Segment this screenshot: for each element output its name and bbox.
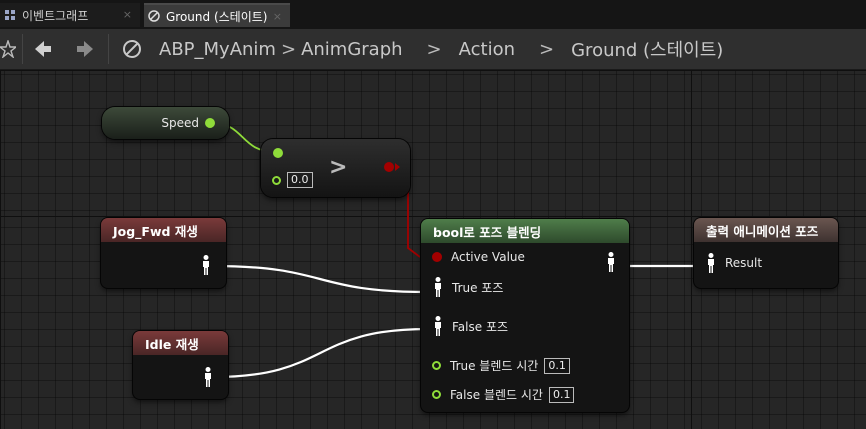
node-title: bool로 포즈 블렌딩 bbox=[433, 224, 542, 240]
chevron-right-icon: > bbox=[426, 38, 442, 60]
close-icon[interactable]: × bbox=[123, 8, 132, 21]
pose-pin-icon[interactable] bbox=[706, 253, 716, 273]
node-header: bool로 포즈 블렌딩 bbox=[421, 219, 629, 243]
pose-pin-icon[interactable] bbox=[433, 277, 443, 297]
speed-variable-node[interactable]: Speed bbox=[102, 107, 229, 139]
graph-icon bbox=[5, 10, 15, 20]
breadcrumb: ABP_MyAnim > AnimGraph > Action > Ground… bbox=[159, 29, 723, 69]
pose-output-pin-icon[interactable] bbox=[606, 252, 616, 272]
tab-event-graph[interactable]: 이벤트그래프 × bbox=[0, 3, 140, 27]
float-pin-icon[interactable] bbox=[273, 148, 283, 158]
blend-poses-by-bool-node[interactable]: bool로 포즈 블렌딩 Active Value True 포즈 False … bbox=[421, 219, 629, 412]
node-header: Idle 재생 bbox=[133, 331, 228, 355]
result-label: Result bbox=[725, 256, 763, 270]
node-title: Jog_Fwd 재생 bbox=[113, 223, 198, 239]
true-blend-time-input[interactable]: 0.1 bbox=[544, 357, 570, 374]
bookmark-icon[interactable] bbox=[0, 29, 16, 69]
false-blend-time-label: False 블렌드 시간 bbox=[450, 388, 543, 402]
breadcrumb-item[interactable]: Action bbox=[459, 39, 515, 60]
state-icon bbox=[122, 29, 142, 69]
document-tab-bar: 이벤트그래프 × Ground (스테이트) × bbox=[0, 0, 866, 29]
node-title: Idle 재생 bbox=[145, 336, 199, 352]
breadcrumb-item[interactable]: AnimGraph bbox=[301, 39, 402, 60]
speed-label: Speed bbox=[161, 116, 199, 130]
false-pose-label: False 포즈 bbox=[452, 319, 509, 334]
node-header: Jog_Fwd 재생 bbox=[101, 218, 226, 242]
float-pin-icon[interactable] bbox=[432, 361, 441, 370]
bool-pin-icon[interactable] bbox=[384, 162, 394, 172]
jog-fwd-play-node[interactable]: Jog_Fwd 재생 bbox=[101, 218, 226, 288]
breadcrumb-bar: ABP_MyAnim > AnimGraph > Action > Ground… bbox=[0, 29, 866, 70]
graph-canvas[interactable]: Speed 0.0 > Jog_Fwd 재생 Idle 재생 bool로 포즈 … bbox=[0, 70, 866, 429]
tab-label: 이벤트그래프 bbox=[22, 8, 89, 23]
close-icon[interactable]: × bbox=[273, 10, 282, 23]
node-header: 출력 애니메이션 포즈 bbox=[694, 218, 838, 242]
chevron-right-icon: > bbox=[280, 38, 297, 60]
back-arrow-icon[interactable] bbox=[34, 29, 52, 69]
active-value-label: Active Value bbox=[451, 250, 525, 264]
pose-pin-icon[interactable] bbox=[433, 316, 443, 336]
state-icon bbox=[148, 10, 160, 22]
breadcrumb-item[interactable]: ABP_MyAnim bbox=[159, 39, 276, 60]
pose-wire bbox=[211, 264, 429, 294]
chevron-right-icon: > bbox=[539, 38, 555, 60]
forward-arrow-icon[interactable] bbox=[76, 29, 94, 69]
compare-value-input[interactable]: 0.0 bbox=[287, 172, 313, 188]
float-pin-icon[interactable] bbox=[272, 175, 281, 185]
output-pose-node[interactable]: 출력 애니메이션 포즈 Result bbox=[694, 218, 838, 288]
pose-pin-icon[interactable] bbox=[201, 255, 211, 275]
pose-wire bbox=[212, 327, 429, 379]
idle-play-node[interactable]: Idle 재생 bbox=[133, 331, 228, 399]
true-pose-label: True 포즈 bbox=[452, 280, 504, 295]
pose-pin-icon[interactable] bbox=[203, 367, 213, 387]
tab-ground-state[interactable]: Ground (스테이트) × bbox=[144, 3, 290, 27]
breadcrumb-item[interactable]: Ground (스테이트) bbox=[571, 36, 723, 62]
float-pin-icon[interactable] bbox=[205, 118, 215, 128]
bool-pin-icon[interactable] bbox=[432, 252, 442, 262]
bool-pin-arrow-icon bbox=[395, 163, 400, 171]
false-blend-time-input[interactable]: 0.1 bbox=[548, 386, 575, 403]
divider bbox=[22, 34, 23, 64]
divider bbox=[108, 34, 109, 64]
operator-label: > bbox=[329, 155, 348, 180]
greater-than-node[interactable]: 0.0 > bbox=[261, 139, 410, 197]
true-blend-time-label: True 블렌드 시간 bbox=[450, 359, 539, 373]
float-pin-icon[interactable] bbox=[432, 390, 441, 399]
node-title: 출력 애니메이션 포즈 bbox=[706, 223, 819, 239]
tab-label: Ground (스테이트) bbox=[166, 9, 268, 24]
